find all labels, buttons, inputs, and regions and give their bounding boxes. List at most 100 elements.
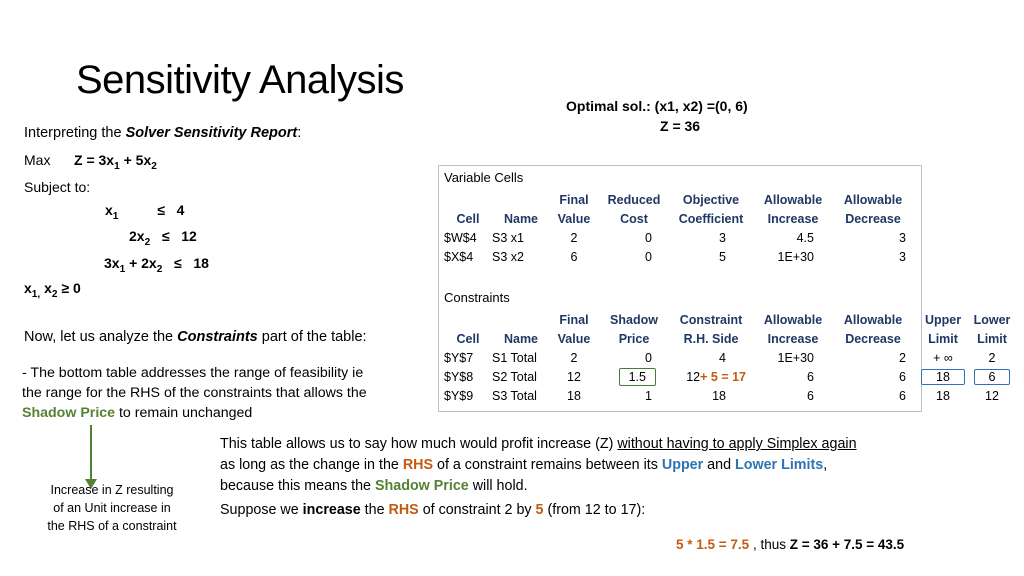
- arrow-caption-line1: Increase in Z resulting: [50, 483, 174, 497]
- limits-header-table: Upper Lower Limit Limit: [918, 310, 1016, 348]
- optimal-z-value: Z = 36: [660, 118, 701, 134]
- vc-hdr-top-5: Allowable: [763, 192, 823, 207]
- page-title: Sensitivity Analysis: [76, 58, 404, 102]
- interpreting-suffix: :: [297, 125, 302, 141]
- table-header-row-bottom: Cell Name Value Cost Coefficient Increas…: [444, 209, 912, 228]
- interpreting-line: Interpreting the Solver Sensitivity Repo…: [24, 125, 301, 141]
- max-label: Max: [24, 152, 51, 168]
- interpreting-prefix: Interpreting the: [24, 125, 126, 141]
- lower-limit-hdr-line1: Lower: [973, 312, 1011, 327]
- con-hdr-top-3: Shadow: [610, 312, 658, 327]
- bottom-table-note: - The bottom table addresses the range o…: [22, 363, 422, 423]
- limits-r1-lower-cell: 6: [968, 367, 1016, 386]
- bottom-table-note-line1: - The bottom table addresses the range o…: [22, 365, 364, 381]
- objective-line: Max Z = 3x1 + 5x2: [24, 152, 157, 172]
- vc-hdr-top-6: Allowable: [843, 192, 903, 207]
- p3-result: Z = 36 + 7.5 = 43.5: [789, 537, 905, 552]
- explanation-paragraph-3: 5 * 1.5 = 7.5 , thus Z = 36 + 7.5 = 43.5: [676, 537, 904, 552]
- con-hdr-top-1: [492, 310, 550, 329]
- constraints-label: Constraints: [444, 290, 510, 305]
- vc-hdr-top-4: Objective: [682, 192, 740, 207]
- green-arrow-shaft: [90, 425, 92, 480]
- con-r2-increase: 6: [807, 388, 814, 403]
- table-row: 18 12: [918, 386, 1016, 405]
- con-hdr-top-4: Constraint: [679, 312, 743, 327]
- vc-hdr-value: Value: [557, 211, 591, 226]
- con-r1-decrease: 6: [899, 369, 906, 384]
- p1-c: of a constraint remains between its: [433, 457, 662, 473]
- con-r0-shadow: 0: [645, 350, 652, 365]
- upper-limit-hdr-line1: Upper: [924, 312, 962, 327]
- table-row: $Y$8 S2 Total 12 1.5 12+ 5 = 17 6 6: [444, 367, 912, 386]
- arrow-caption: Increase in Z resulting of an Unit incre…: [22, 481, 202, 535]
- p3-calculation: 5 * 1.5 = 7.5: [676, 537, 750, 552]
- con-hdr-top-2: Final: [559, 312, 589, 327]
- vc-r0-cost: 0: [645, 230, 652, 245]
- table-header-row-bottom: Cell Name Value Price R.H. Side Increase…: [444, 329, 912, 348]
- bottom-table-note-line3-rest: to remain unchanged: [115, 405, 253, 421]
- bottom-table-note-line2: the range for the RHS of the constraints…: [22, 385, 367, 401]
- vc-hdr-coefficient: Coefficient: [678, 211, 744, 226]
- con-r1-rhs: 12: [686, 369, 701, 384]
- p2-b: the: [360, 502, 389, 518]
- vc-r0-coefficient: 3: [719, 230, 726, 245]
- con-hdr-decrease: Decrease: [845, 331, 901, 346]
- con-r1-shadow-cell: 1.5: [598, 367, 670, 386]
- p1-lower: Lower Limits: [735, 457, 824, 473]
- lower-limit-highlight: 6: [973, 368, 1011, 385]
- con-r0-decrease: 2: [899, 350, 906, 365]
- vc-hdr-top-3: Reduced: [607, 192, 661, 207]
- con-r2-decrease: 6: [899, 388, 906, 403]
- con-hdr-cell: Cell: [456, 331, 480, 346]
- con-r0-cell: $Y$7: [444, 350, 474, 365]
- con-hdr-price: Price: [618, 331, 650, 346]
- limits-r2-upper: 18: [936, 388, 950, 403]
- arrow-caption-line3: the RHS of a constraint: [47, 519, 177, 533]
- con-r0-rhs: 4: [719, 350, 726, 365]
- limits-r2-lower: 12: [985, 388, 999, 403]
- limits-r1-upper-cell: 18: [918, 367, 968, 386]
- con-r2-shadow: 1: [645, 388, 652, 403]
- p1-underline: without having to apply Simplex again: [617, 436, 857, 452]
- shadow-price-highlight: 1.5: [618, 367, 656, 386]
- upper-limit-hdr-line2: Limit: [928, 331, 958, 346]
- con-hdr-increase: Increase: [767, 331, 819, 346]
- limits-header-row-top: Upper Lower: [918, 310, 1016, 329]
- p2-increase: increase: [302, 502, 361, 518]
- constraint-3: 3x1 + 2x2 ≤ 18: [104, 255, 209, 275]
- p2-five: 5: [535, 502, 544, 518]
- vc-r0-cell: $W$4: [444, 230, 477, 245]
- con-r1-rhs-cell: 12+ 5 = 17: [670, 367, 752, 386]
- limits-r0-lower: 2: [988, 350, 996, 365]
- objective-function: Z = 3x1 + 5x2: [74, 152, 157, 172]
- p1-f: because this means the: [220, 478, 375, 494]
- now-analyze-prefix: Now, let us analyze the: [24, 329, 178, 345]
- p1-d: and: [703, 457, 736, 473]
- p1-rhs: RHS: [402, 457, 434, 473]
- con-hdr-top-5: Allowable: [763, 312, 823, 327]
- p1-shadow: Shadow Price: [374, 478, 469, 494]
- shadow-price-term: Shadow Price: [22, 405, 116, 421]
- subject-to-label: Subject to:: [24, 179, 91, 195]
- con-r1-rhs-extra: + 5 = 17: [700, 369, 746, 384]
- vc-r1-value: 6: [570, 249, 578, 264]
- table-row: $Y$7 S1 Total 2 0 4 1E+30 2: [444, 348, 912, 367]
- vc-r1-increase: 1E+30: [777, 249, 815, 264]
- nonnegativity-constraint: x1, x2 ≥ 0: [24, 280, 81, 300]
- limits-header-row-bottom: Limit Limit: [918, 329, 1016, 348]
- con-hdr-rhs: R.H. Side: [683, 331, 739, 346]
- con-r2-final: 18: [567, 388, 581, 403]
- con-hdr-top-0: [444, 310, 492, 329]
- vc-r0-decrease: 3: [899, 230, 906, 245]
- con-r1-increase: 6: [807, 369, 814, 384]
- table-row: + ∞ 2: [918, 348, 1016, 367]
- vc-r0-value: 2: [570, 230, 578, 245]
- variable-cells-label: Variable Cells: [444, 170, 524, 185]
- explanation-paragraph-2: Suppose we increase the RHS of constrain…: [220, 502, 645, 518]
- p1-e: ,: [823, 457, 828, 473]
- vc-r1-cell: $X$4: [444, 249, 474, 264]
- upper-limit-highlight: 18: [921, 368, 965, 385]
- vc-r1-cost: 0: [645, 249, 652, 264]
- vc-hdr-cell: Cell: [456, 211, 480, 226]
- p2-a: Suppose we: [220, 502, 303, 518]
